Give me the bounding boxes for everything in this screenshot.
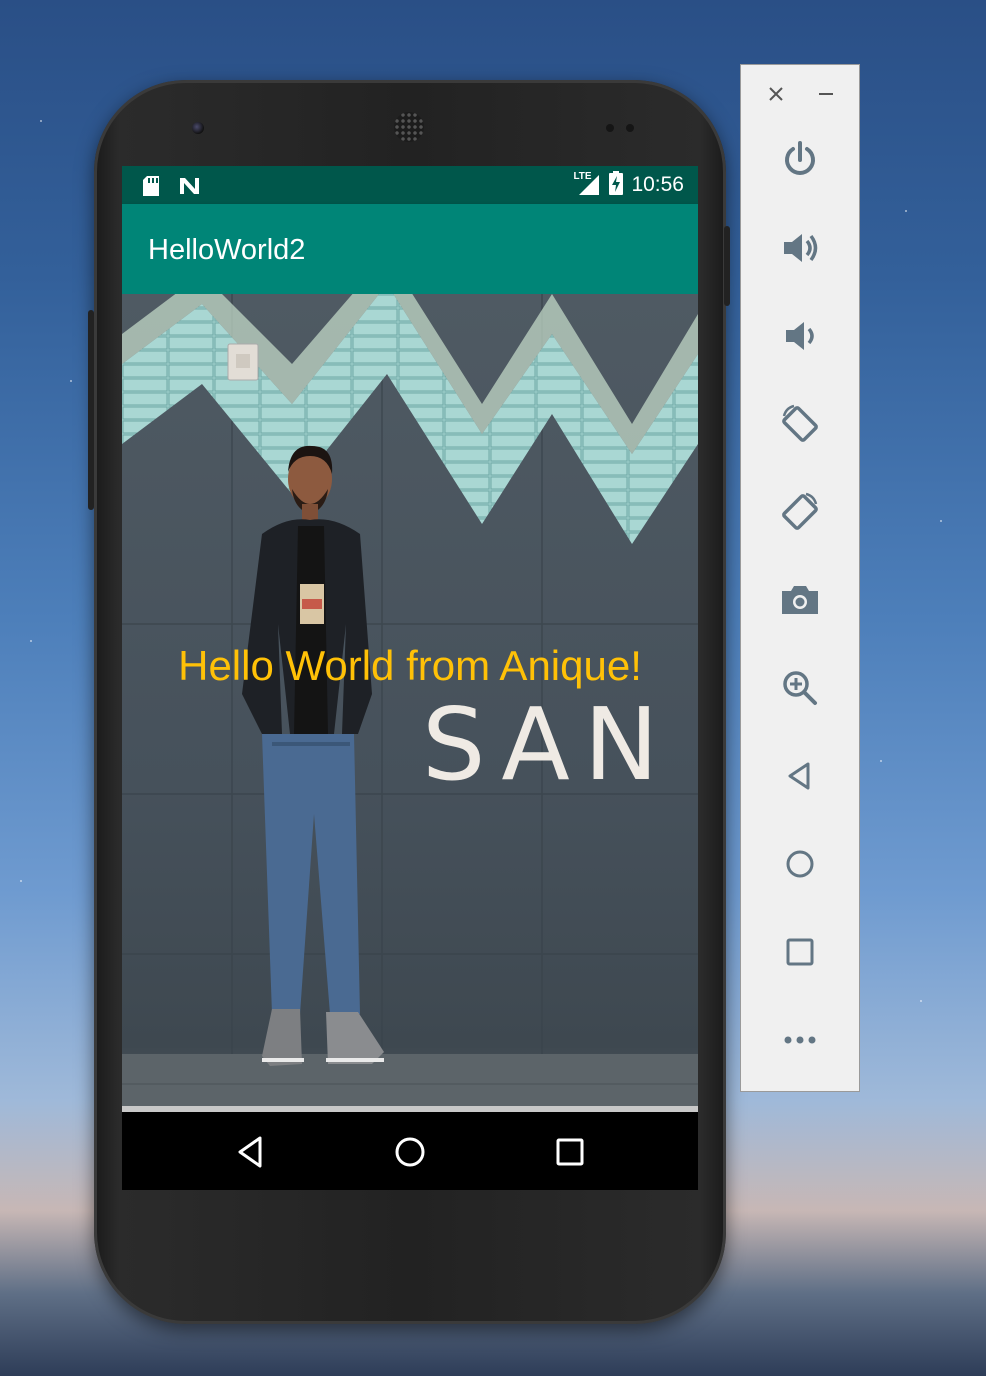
back-icon[interactable]: [230, 1132, 270, 1172]
app-toolbar: HelloWorld2: [122, 204, 698, 294]
zoom-icon[interactable]: [771, 659, 829, 717]
more-icon[interactable]: [771, 1011, 829, 1069]
sd-card-icon: [142, 175, 160, 202]
minimize-icon[interactable]: [817, 85, 835, 103]
navigation-bar: [122, 1112, 698, 1190]
power-key: [724, 226, 730, 306]
recents-icon[interactable]: [550, 1132, 590, 1172]
volume-down-icon[interactable]: [771, 307, 829, 365]
person-figure: [242, 445, 384, 1066]
greeting-text: Hello World from Anique!: [178, 642, 642, 689]
earpiece-speaker: [394, 112, 424, 142]
front-camera: [192, 122, 204, 134]
home-icon[interactable]: [390, 1132, 430, 1172]
status-bar: LTE 10:56: [122, 166, 698, 204]
phone-screen: LTE 10:56 HelloWorld2 SAN Hello World fr…: [122, 166, 698, 1190]
rotate-right-icon[interactable]: [771, 483, 829, 541]
overview-icon[interactable]: [771, 923, 829, 981]
phone-device-frame: LTE 10:56 HelloWorld2 SAN Hello World fr…: [88, 80, 730, 1324]
volume-up-icon[interactable]: [771, 219, 829, 277]
volume-key: [88, 310, 94, 510]
app-title: HelloWorld2: [148, 234, 306, 266]
close-icon[interactable]: [767, 85, 785, 103]
wall-sign-san: SAN: [422, 686, 673, 803]
power-icon[interactable]: [771, 131, 829, 189]
emulator-toolbar: [740, 64, 860, 1092]
battery-charging-icon: [609, 170, 624, 200]
clock: 10:56: [631, 173, 684, 196]
background-photo: SAN Hello World from Anique!: [122, 294, 698, 1112]
proximity-sensor: [606, 124, 614, 132]
rotate-left-icon[interactable]: [771, 395, 829, 453]
network-type-label: LTE: [573, 171, 592, 182]
back-icon[interactable]: [771, 747, 829, 805]
camera-icon[interactable]: [771, 571, 829, 629]
lte-signal-icon: LTE: [573, 171, 601, 197]
n-notification-icon: [178, 176, 202, 201]
light-sensor: [626, 124, 634, 132]
photo-illustration: SAN: [122, 294, 698, 1112]
home-icon[interactable]: [771, 835, 829, 893]
panel-window-controls: [741, 79, 861, 109]
